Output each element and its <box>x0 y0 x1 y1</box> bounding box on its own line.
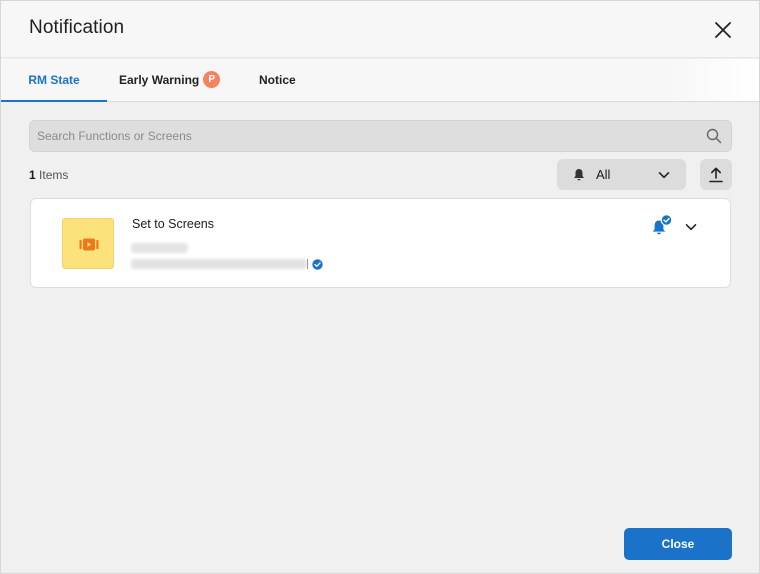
redacted-text <box>131 259 307 269</box>
export-button[interactable] <box>700 159 732 190</box>
dialog-header: Notification <box>1 1 759 58</box>
close-button[interactable]: Close <box>624 528 732 560</box>
tab-notice[interactable]: Notice <box>259 59 296 101</box>
chevron-down-icon[interactable] <box>684 220 698 234</box>
item-name: Set to Screens <box>132 217 214 231</box>
screen-play-icon <box>79 238 99 251</box>
tab-rm-state-label: RM State <box>28 73 80 87</box>
divider <box>307 259 308 269</box>
bell-check-icon[interactable] <box>650 214 674 238</box>
tab-early-warning-label: Early Warning <box>119 73 200 87</box>
tab-bar: RM State Early Warning P Notice <box>1 59 759 102</box>
dialog-title: Notification <box>29 17 125 38</box>
items-count-number: 1 <box>29 168 36 182</box>
upload-icon <box>709 167 723 183</box>
notification-dialog: Notification RM State Early Warning P Not… <box>0 0 760 574</box>
search-icon[interactable] <box>706 128 722 144</box>
notification-filter-select[interactable]: All <box>557 159 686 190</box>
bell-icon <box>574 169 584 181</box>
search-input[interactable] <box>37 127 697 145</box>
list-item[interactable]: Set to Screens <box>30 198 731 288</box>
tab-rm-state[interactable]: RM State <box>1 59 107 102</box>
items-count: 1 Items <box>29 168 68 182</box>
item-thumbnail <box>62 218 114 269</box>
filter-selected-value: All <box>596 167 611 182</box>
tab-notice-label: Notice <box>259 73 296 87</box>
tab-early-warning[interactable]: Early Warning P <box>119 59 221 101</box>
search-box <box>29 120 732 152</box>
chevron-down-icon <box>658 172 670 179</box>
redacted-text <box>131 243 188 253</box>
items-count-label: Items <box>35 168 69 182</box>
close-icon[interactable] <box>711 18 735 42</box>
early-warning-badge: P <box>203 71 221 89</box>
verified-icon <box>312 259 323 270</box>
active-tab-indicator <box>1 100 107 102</box>
